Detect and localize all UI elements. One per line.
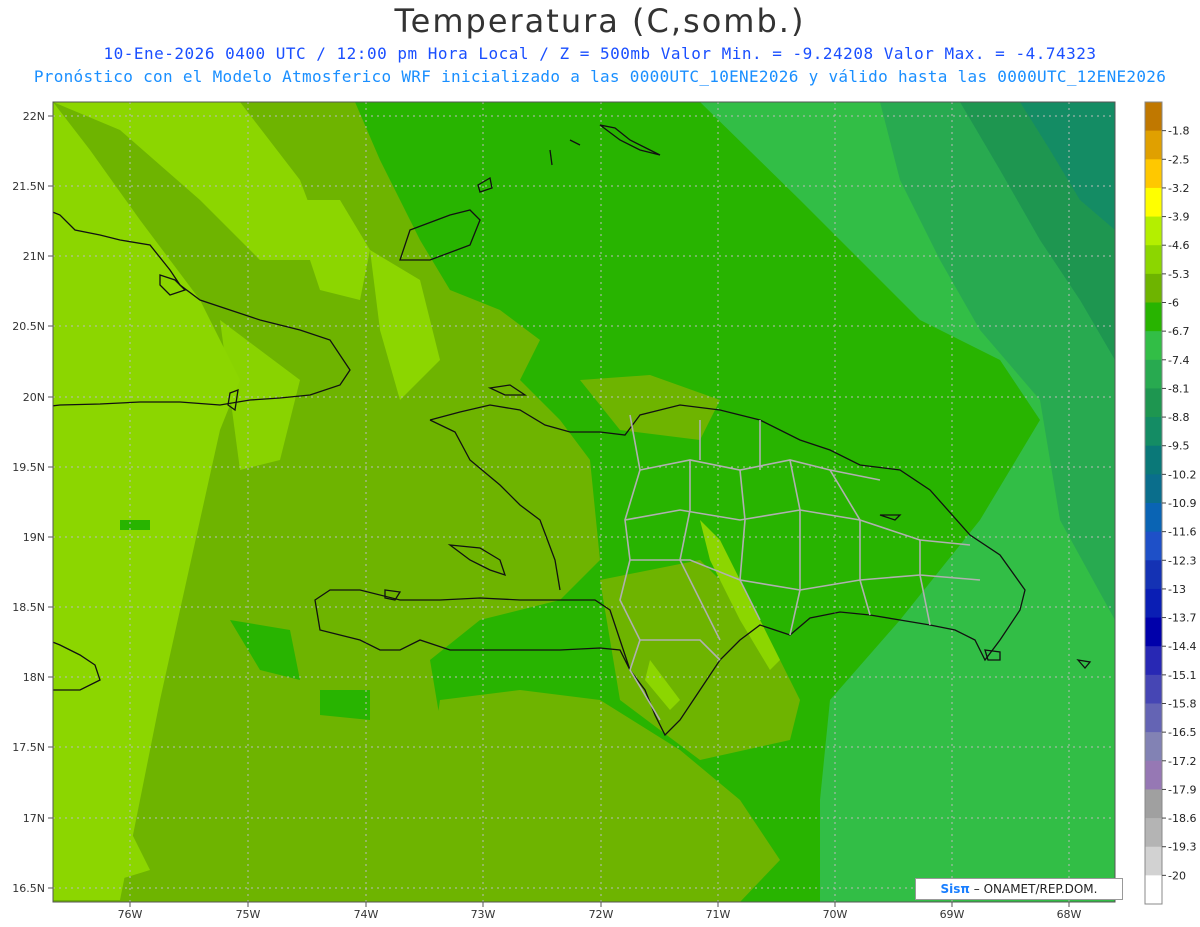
colorbar-label: -7.4	[1168, 354, 1189, 367]
lat-label: 16.5N	[12, 882, 45, 895]
colorbar-swatch	[1145, 331, 1162, 361]
colorbar-label: -6	[1168, 297, 1179, 310]
colorbar-label: -14.4	[1168, 640, 1196, 653]
colorbar-label: -3.2	[1168, 182, 1189, 195]
colorbar-label: -8.1	[1168, 382, 1189, 395]
colorbar-swatch	[1145, 617, 1162, 647]
colorbar-label: -5.3	[1168, 268, 1189, 281]
map-title: Temperatura (C,somb.)	[394, 2, 806, 40]
colorbar-label: -10.2	[1168, 468, 1196, 481]
lat-label: 18N	[23, 671, 45, 684]
colorbar-label: -8.8	[1168, 411, 1189, 424]
colorbar-swatch	[1145, 388, 1162, 418]
colorbar-label: -4.6	[1168, 239, 1189, 252]
lon-label: 69W	[940, 908, 965, 921]
colorbar-label: -18.6	[1168, 812, 1196, 825]
colorbar-swatch	[1145, 875, 1162, 905]
colorbar-swatch	[1145, 588, 1162, 619]
colorbar-label: -11.6	[1168, 526, 1196, 539]
colorbar-swatch	[1145, 445, 1162, 475]
colorbar-label: -3.9	[1168, 211, 1189, 224]
lon-label: 74W	[354, 908, 379, 921]
lat-label: 21N	[23, 250, 45, 263]
colorbar-swatch	[1145, 302, 1162, 332]
colorbar-swatch	[1145, 760, 1162, 790]
colorbar-swatch	[1145, 732, 1162, 762]
colorbar-swatch	[1145, 703, 1162, 733]
colorbar-swatch	[1145, 417, 1162, 447]
colorbar-swatch	[1145, 216, 1162, 246]
colorbar-swatch	[1145, 789, 1162, 819]
colorbar-label: -17.2	[1168, 755, 1196, 768]
map-subtitle-time: 10-Ene-2026 0400 UTC / 12:00 pm Hora Loc…	[103, 44, 1097, 63]
lon-label: 72W	[589, 908, 614, 921]
colorbar-label: -6.7	[1168, 325, 1189, 338]
colorbar-swatch	[1145, 159, 1162, 189]
lon-label: 76W	[118, 908, 143, 921]
colorbar-swatch	[1145, 531, 1162, 561]
lat-label: 19N	[23, 531, 45, 544]
colorbar-swatch	[1145, 359, 1162, 389]
colorbar-label: -19.3	[1168, 841, 1196, 854]
credit-brand: Sisπ	[940, 882, 970, 896]
colorbar-label: -15.8	[1168, 698, 1196, 711]
colorbar-swatch	[1145, 503, 1162, 533]
credit-text: – ONAMET/REP.DOM.	[973, 882, 1098, 896]
lat-label: 20.5N	[12, 320, 45, 333]
colorbar-label: -2.5	[1168, 153, 1189, 166]
colorbar-label: -13	[1168, 583, 1186, 596]
temperature-field	[53, 102, 1115, 902]
lon-label: 68W	[1057, 908, 1082, 921]
colorbar-swatch	[1145, 846, 1162, 876]
longitude-labels: 76W 75W 74W 73W 72W 71W 70W 69W 68W	[118, 908, 1082, 921]
lat-label: 21.5N	[12, 180, 45, 193]
lat-label: 20N	[23, 391, 45, 404]
latitude-labels: 22N 21.5N 21N 20.5N 20N 19.5N 19N 18.5N …	[12, 110, 45, 895]
colorbar-label: -9.5	[1168, 440, 1189, 453]
lon-label: 71W	[706, 908, 731, 921]
colorbar-label: -12.3	[1168, 554, 1196, 567]
credit-box: Sisπ – ONAMET/REP.DOM.	[915, 878, 1123, 900]
colorbar-label: -17.9	[1168, 783, 1196, 796]
colorbar-swatch	[1145, 646, 1162, 676]
colorbar-label: -20	[1168, 869, 1186, 882]
map-figure: 22N 21.5N 21N 20.5N 20N 19.5N 19N 18.5N …	[12, 101, 1196, 921]
colorbar-label: -16.5	[1168, 726, 1196, 739]
colorbar-label: -13.7	[1168, 612, 1196, 625]
colorbar-label: -15.1	[1168, 669, 1196, 682]
colorbar: -1.8 -2.5 -3.2 -3.9 -4.6 -5.3 -6 -6.7 -7.4 -8.1 -8…	[1144, 101, 1196, 905]
colorbar-swatch	[1145, 474, 1162, 504]
colorbar-swatch	[1145, 273, 1162, 303]
lon-label: 75W	[236, 908, 261, 921]
lat-label: 17.5N	[12, 741, 45, 754]
colorbar-swatch	[1145, 818, 1162, 848]
lon-label: 70W	[823, 908, 848, 921]
lat-label: 17N	[23, 812, 45, 825]
map-subtitle-model: Pronóstico con el Modelo Atmosferico WRF…	[33, 67, 1167, 86]
lat-label: 19.5N	[12, 461, 45, 474]
colorbar-swatch	[1145, 560, 1162, 590]
lat-label: 22N	[23, 110, 45, 123]
lat-label: 18.5N	[12, 601, 45, 614]
colorbar-swatch	[1145, 102, 1162, 132]
colorbar-label: -1.8	[1168, 125, 1189, 138]
colorbar-swatch	[1145, 245, 1162, 275]
colorbar-swatch	[1145, 674, 1162, 704]
colorbar-swatch	[1145, 130, 1162, 160]
colorbar-label: -10.9	[1168, 497, 1196, 510]
colorbar-swatch	[1145, 187, 1162, 218]
lon-label: 73W	[471, 908, 496, 921]
